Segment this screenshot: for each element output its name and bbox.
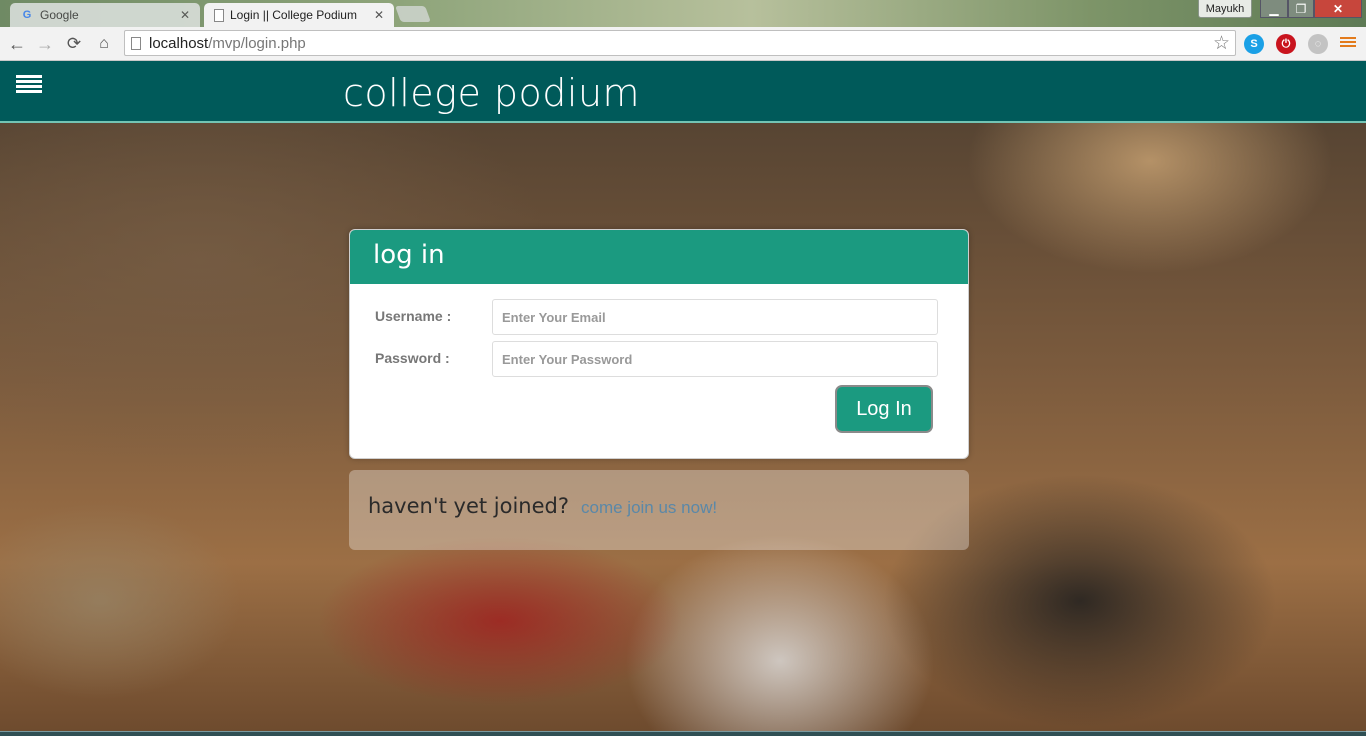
close-icon[interactable]: ✕ (372, 8, 386, 22)
page-viewport: college podium log in Username : Passwor… (0, 61, 1366, 731)
os-taskbar (0, 731, 1366, 736)
maximize-button[interactable]: ❐ (1288, 0, 1314, 18)
profile-button[interactable]: Mayukh (1198, 0, 1252, 18)
login-card: log in Username : Password : Log In (349, 229, 969, 459)
close-icon[interactable]: ✕ (178, 8, 192, 22)
adblock-icon[interactable]: ⏻ (1276, 34, 1296, 54)
address-bar[interactable]: localhost /mvp/login.php ☆ (124, 30, 1236, 56)
tab-login[interactable]: Login || College Podium ✕ (204, 3, 394, 27)
url-host: localhost (149, 34, 209, 52)
join-link[interactable]: come join us now! (581, 498, 717, 518)
login-button[interactable]: Log In (835, 385, 933, 433)
join-panel: haven't yet joined? come join us now! (349, 470, 969, 550)
join-question: haven't yet joined? (368, 494, 569, 518)
tab-title: Login || College Podium (230, 8, 357, 22)
tab-title: Google (40, 8, 79, 22)
page-icon (131, 36, 141, 50)
password-input[interactable] (492, 341, 938, 377)
username-row: Username : (350, 299, 968, 335)
password-label: Password : (375, 350, 450, 366)
window-close-button[interactable]: ✕ (1314, 0, 1362, 18)
login-heading: log in (350, 230, 968, 284)
home-icon[interactable]: ⌂ (92, 32, 116, 56)
site-header: college podium (0, 61, 1366, 123)
browser-toolbar: ← → ⟳ ⌂ localhost /mvp/login.php ☆ S ⏻ ◌ (0, 27, 1366, 61)
hamburger-menu-icon[interactable] (1340, 35, 1356, 51)
nav-menu-icon[interactable] (16, 75, 42, 97)
minimize-button[interactable]: ▁ (1260, 0, 1288, 18)
password-row: Password : (350, 341, 968, 377)
page-icon (214, 8, 224, 22)
forward-arrow-icon[interactable]: → (33, 32, 57, 56)
tab-google[interactable]: G Google ✕ (10, 3, 200, 27)
google-g-icon: G (22, 9, 32, 21)
url-path: /mvp/login.php (208, 34, 306, 52)
bookmark-star-icon[interactable]: ☆ (1213, 32, 1230, 55)
skype-icon[interactable]: S (1244, 34, 1264, 54)
back-arrow-icon[interactable]: ← (5, 32, 29, 56)
browser-tab-strip: G Google ✕ Login || College Podium ✕ May… (0, 0, 1366, 27)
reload-icon[interactable]: ⟳ (62, 32, 86, 56)
site-logo[interactable]: college podium (343, 71, 640, 115)
extension-icon[interactable]: ◌ (1308, 34, 1328, 54)
username-label: Username : (375, 308, 452, 324)
username-input[interactable] (492, 299, 938, 335)
new-tab-button[interactable] (395, 6, 431, 22)
